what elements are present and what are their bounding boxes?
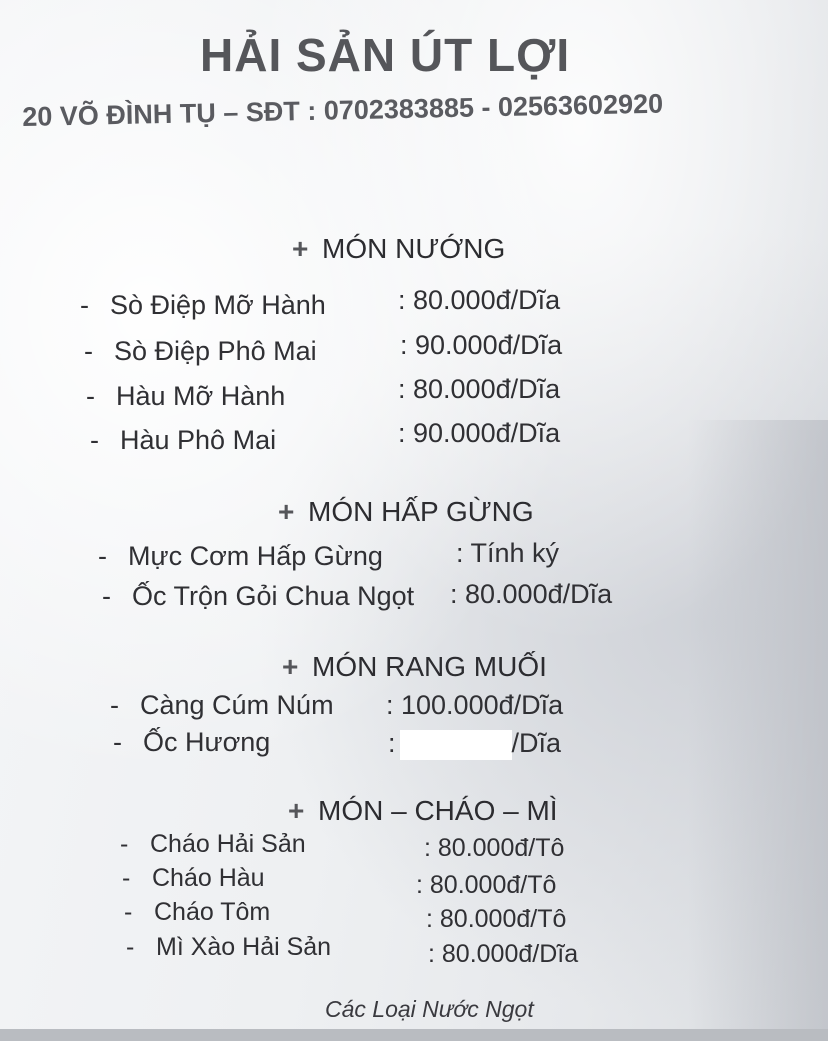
menu-item: - Ốc Hương xyxy=(113,727,270,758)
item-name: Mực Cơm Hấp Gừng xyxy=(128,541,383,571)
section-marker-icon: + xyxy=(288,795,305,826)
item-price: : 80.000đ/Dĩa xyxy=(398,374,561,404)
section-title: MÓN NƯỚNG xyxy=(322,233,506,264)
section-marker-icon: + xyxy=(282,651,299,682)
bullet: - xyxy=(124,898,133,926)
item-name: Sò Điệp Mỡ Hành xyxy=(110,290,326,320)
bullet: - xyxy=(98,541,107,571)
item-price: : Tính ký xyxy=(456,538,560,568)
section-marker-icon: + xyxy=(278,496,295,527)
item-price: : 90.000đ/Dĩa xyxy=(398,418,561,448)
menu-item: - Sò Điệp Mỡ Hành xyxy=(80,290,326,321)
item-name: Cháo Hải Sản xyxy=(150,830,306,858)
item-price: : 80.000đ/Tô xyxy=(416,871,557,899)
item-price: : 80.000đ/Dĩa xyxy=(450,579,613,609)
item-name: Ốc Hương xyxy=(143,727,271,757)
section-title: MÓN HẤP GỪNG xyxy=(308,496,534,527)
item-name: Mì Xào Hải Sản xyxy=(156,933,332,961)
menu-item: - Hàu Phô Mai xyxy=(90,425,276,456)
bullet: - xyxy=(90,425,99,455)
bullet: - xyxy=(120,830,129,858)
price-prefix: : xyxy=(388,728,396,758)
item-name: Hàu Mỡ Hành xyxy=(116,381,286,411)
item-price: : 80.000đ/Dĩa xyxy=(428,940,579,968)
menu-item: - Ốc Trộn Gỏi Chua Ngọt xyxy=(102,581,414,612)
item-price: : 80.000đ/Tô xyxy=(426,905,567,933)
bullet: - xyxy=(122,864,131,892)
drinks-note: Các Loại Nước Ngọt xyxy=(325,996,534,1022)
bullet: - xyxy=(102,581,111,611)
section-heading-rang-muoi: + MÓN RANG MUỐI xyxy=(282,651,547,683)
restaurant-title: HẢI SẢN ÚT LỢI xyxy=(200,29,571,81)
item-price: : 90.000đ/Dĩa xyxy=(400,330,563,360)
menu-item: - Hàu Mỡ Hành xyxy=(86,381,285,412)
item-name: Sò Điệp Phô Mai xyxy=(114,336,317,366)
item-price: : 80.000đ/Dĩa xyxy=(398,285,561,315)
section-heading-hap-gung: + MÓN HẤP GỪNG xyxy=(278,496,534,528)
section-heading-nuong: + MÓN NƯỚNG xyxy=(292,233,505,265)
section-title: MÓN RANG MUỐI xyxy=(312,651,547,682)
item-price: : 100.000đ/Dĩa xyxy=(386,690,564,720)
bullet: - xyxy=(126,933,135,961)
item-name: Cháo Tôm xyxy=(154,898,271,926)
bullet: - xyxy=(80,290,89,320)
item-name: Ốc Trộn Gỏi Chua Ngọt xyxy=(132,581,415,611)
menu-item: - Mực Cơm Hấp Gừng xyxy=(98,541,383,572)
bullet: - xyxy=(86,381,95,411)
menu-item: - Sò Điệp Phô Mai xyxy=(84,336,317,367)
bullet: - xyxy=(113,727,122,757)
menu-item: - Càng Cúm Núm xyxy=(110,690,334,721)
paper-shadow xyxy=(688,420,828,1041)
menu-item: - Cháo Tôm xyxy=(124,898,270,927)
item-name: Cháo Hàu xyxy=(152,864,265,892)
bottom-edge xyxy=(0,1029,828,1041)
bullet: - xyxy=(110,690,119,720)
menu-item: - Mì Xào Hải Sản xyxy=(126,933,331,962)
menu-item: - Cháo Hải Sản xyxy=(120,830,306,859)
price-suffix: /Dĩa xyxy=(511,728,562,758)
menu-item: - Cháo Hàu xyxy=(122,864,265,893)
bullet: - xyxy=(84,336,93,366)
redacted-price-block xyxy=(399,729,512,760)
section-marker-icon: + xyxy=(292,233,309,264)
section-heading-chao-mi: + MÓN – CHÁO – MÌ xyxy=(288,795,558,827)
item-price: : 80.000đ/Tô xyxy=(424,834,565,862)
item-name: Càng Cúm Núm xyxy=(140,690,334,720)
item-name: Hàu Phô Mai xyxy=(120,425,277,455)
section-title: MÓN – CHÁO – MÌ xyxy=(318,795,558,826)
item-price-redacted: : /Dĩa xyxy=(388,728,561,760)
